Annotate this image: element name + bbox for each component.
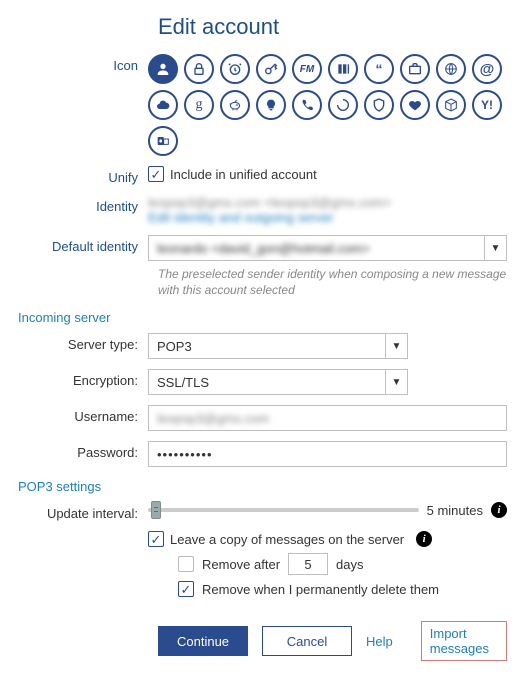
- continue-button[interactable]: Continue: [158, 626, 248, 656]
- chevron-down-icon[interactable]: ▼: [385, 334, 407, 358]
- logo-icon[interactable]: [328, 54, 358, 84]
- at-icon[interactable]: @: [472, 54, 502, 84]
- person-icon[interactable]: [148, 54, 178, 84]
- page-title: Edit account: [158, 14, 507, 40]
- cloud-icon[interactable]: [148, 90, 178, 120]
- bulb-icon[interactable]: [256, 90, 286, 120]
- encryption-combo[interactable]: SSL/TLS ▼: [148, 369, 408, 395]
- help-link[interactable]: Help: [366, 634, 393, 649]
- phone-icon[interactable]: [292, 90, 322, 120]
- unify-checkbox[interactable]: ✓: [148, 166, 164, 182]
- import-messages-link[interactable]: Import messages: [421, 621, 507, 661]
- fm-icon[interactable]: FM: [292, 54, 322, 84]
- info-icon[interactable]: i: [416, 531, 432, 547]
- lock-icon[interactable]: [184, 54, 214, 84]
- server-type-combo[interactable]: POP3 ▼: [148, 333, 408, 359]
- slider-thumb[interactable]: [151, 501, 161, 519]
- label-server-type: Server type:: [18, 333, 148, 352]
- server-type-value: POP3: [149, 339, 385, 354]
- label-icon: Icon: [18, 54, 148, 73]
- g-icon[interactable]: g: [184, 90, 214, 120]
- briefcase-icon[interactable]: [400, 54, 430, 84]
- chevron-down-icon[interactable]: ▼: [484, 236, 506, 260]
- username-field[interactable]: leopop3@gmx.com: [148, 405, 507, 431]
- remove-after-before: Remove after: [202, 557, 280, 572]
- encryption-value: SSL/TLS: [149, 375, 385, 390]
- yahoo-icon[interactable]: Y!: [472, 90, 502, 120]
- shield-icon[interactable]: [364, 90, 394, 120]
- loading-icon[interactable]: [328, 90, 358, 120]
- unify-label: Include in unified account: [170, 167, 317, 182]
- outlook-icon[interactable]: [148, 126, 178, 156]
- label-default-identity: Default identity: [18, 235, 148, 254]
- default-identity-combo[interactable]: leonardo <david_gon@hotmail.com> ▼: [148, 235, 507, 261]
- default-identity-helper: The preselected sender identity when com…: [158, 267, 507, 298]
- heart-icon[interactable]: [400, 90, 430, 120]
- label-encryption: Encryption:: [18, 369, 148, 388]
- leave-copy-checkbox[interactable]: ✓: [148, 531, 164, 547]
- quote-icon[interactable]: “: [364, 54, 394, 84]
- remove-after-checkbox[interactable]: ✓: [178, 556, 194, 572]
- globe-icon[interactable]: [436, 54, 466, 84]
- password-field[interactable]: ••••••••••: [148, 441, 507, 467]
- remove-delete-label: Remove when I permanently delete them: [202, 582, 439, 597]
- leave-copy-label: Leave a copy of messages on the server: [170, 532, 404, 547]
- update-interval-slider[interactable]: [148, 508, 419, 512]
- cube-icon[interactable]: [436, 90, 466, 120]
- remove-delete-checkbox[interactable]: ✓: [178, 581, 194, 597]
- piggy-icon[interactable]: [220, 90, 250, 120]
- incoming-server-heading[interactable]: Incoming server: [18, 310, 110, 325]
- label-username: Username:: [18, 405, 148, 424]
- cancel-button[interactable]: Cancel: [262, 626, 352, 656]
- label-password: Password:: [18, 441, 148, 460]
- identity-value: leopop3@gmx.com <leopop3@gmx.com>: [148, 195, 507, 210]
- alarm-icon[interactable]: [220, 54, 250, 84]
- chevron-down-icon[interactable]: ▼: [385, 370, 407, 394]
- update-interval-value: 5 minutes: [427, 503, 483, 518]
- key-icon[interactable]: [256, 54, 286, 84]
- label-identity: Identity: [18, 195, 148, 214]
- default-identity-value: leonardo <david_gon@hotmail.com>: [149, 241, 484, 256]
- label-unify: Unify: [18, 166, 148, 185]
- info-icon[interactable]: i: [491, 502, 507, 518]
- icon-picker: FM “ @ g Y!: [148, 54, 507, 156]
- edit-identity-link[interactable]: Edit identity and outgoing server: [148, 210, 507, 225]
- remove-after-after: days: [336, 557, 363, 572]
- pop3-settings-heading[interactable]: POP3 settings: [18, 479, 101, 494]
- remove-after-days-field[interactable]: 5: [288, 553, 328, 575]
- label-update-interval: Update interval:: [18, 502, 148, 521]
